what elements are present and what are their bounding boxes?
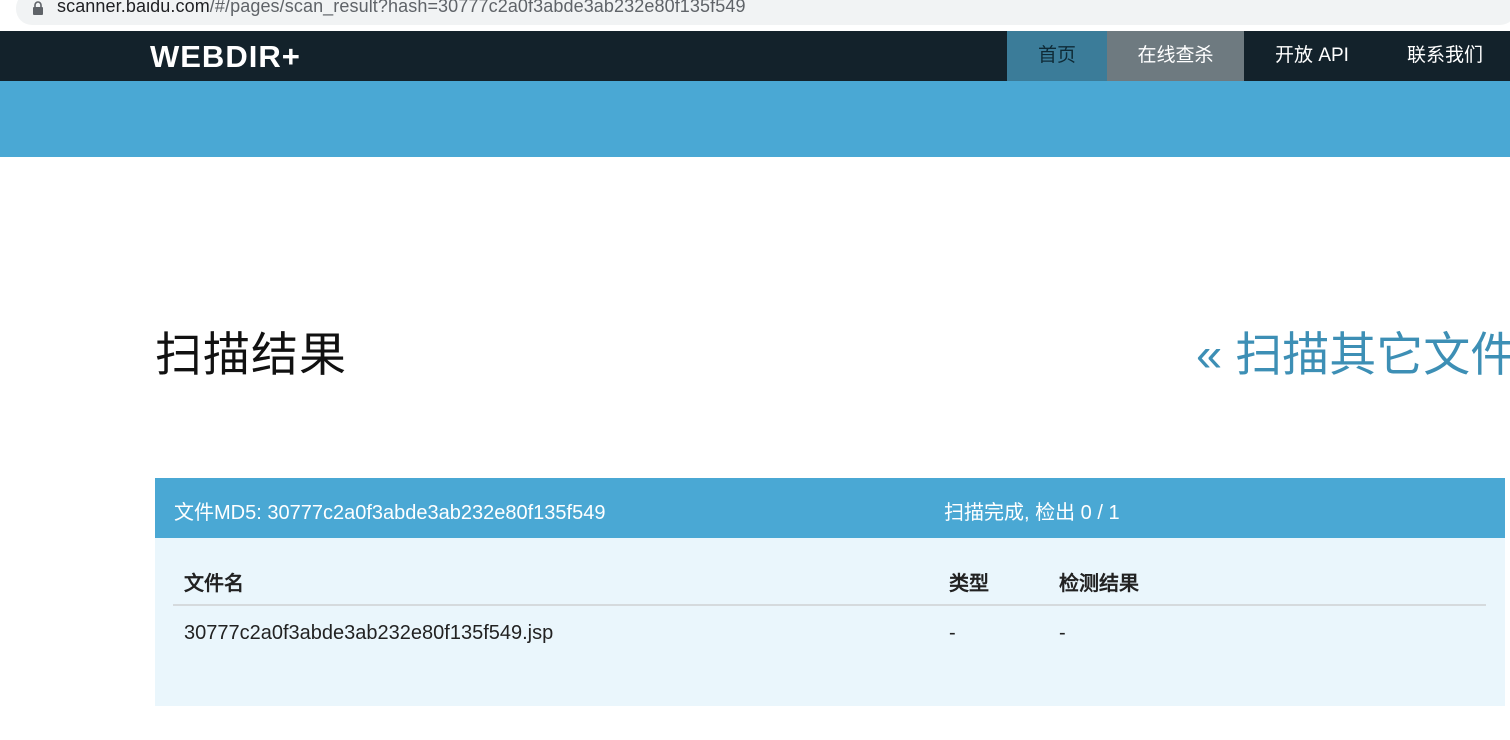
row-type: - bbox=[949, 622, 956, 644]
status-count: 0 / 1 bbox=[1080, 502, 1120, 524]
status-label: 扫描完成, 检出 bbox=[944, 502, 1081, 524]
md5-value: 30777c2a0f3abde3ab232e80f135f549 bbox=[267, 502, 606, 524]
nav-item-contact[interactable]: 联系我们 bbox=[1380, 31, 1510, 81]
scan-result-panel: 文件MD5: 30777c2a0f3abde3ab232e80f135f549 … bbox=[155, 478, 1505, 706]
column-header-type: 类型 bbox=[949, 573, 989, 595]
row-filename: 30777c2a0f3abde3ab232e80f135f549.jsp bbox=[184, 622, 554, 644]
file-md5: 文件MD5: 30777c2a0f3abde3ab232e80f135f549 bbox=[174, 496, 605, 525]
lock-icon bbox=[33, 1, 43, 15]
page-title: 扫描结果 bbox=[155, 328, 347, 381]
top-navbar: WEBDIR+ 首页 在线查杀 开放 API 联系我们 bbox=[0, 31, 1510, 81]
md5-label: 文件MD5: bbox=[174, 502, 268, 524]
nav-item-online-scan[interactable]: 在线查杀 bbox=[1107, 31, 1244, 81]
url-host: scanner.baidu.com bbox=[57, 0, 210, 16]
nav-item-open-api[interactable]: 开放 API bbox=[1244, 31, 1380, 81]
result-panel-header: 文件MD5: 30777c2a0f3abde3ab232e80f135f549 … bbox=[155, 478, 1505, 538]
nav-item-home[interactable]: 首页 bbox=[1007, 31, 1107, 81]
url-text[interactable]: scanner.baidu.com/#/pages/scan_result?ha… bbox=[57, 0, 746, 17]
url-path: /#/pages/scan_result?hash=30777c2a0f3abd… bbox=[209, 0, 746, 16]
column-header-filename: 文件名 bbox=[184, 573, 244, 595]
column-header-result: 检测结果 bbox=[1059, 573, 1139, 595]
hero-banner bbox=[0, 81, 1510, 157]
browser-address-bar: scanner.baidu.com/#/pages/scan_result?ha… bbox=[0, 0, 1510, 30]
scan-status: 扫描完成, 检出 0 / 1 bbox=[944, 496, 1120, 525]
header-divider bbox=[173, 604, 1486, 606]
scan-other-file-link[interactable]: « 扫描其它文件 bbox=[1196, 316, 1510, 385]
row-result: - bbox=[1059, 622, 1066, 644]
brand-logo[interactable]: WEBDIR+ bbox=[150, 39, 301, 75]
